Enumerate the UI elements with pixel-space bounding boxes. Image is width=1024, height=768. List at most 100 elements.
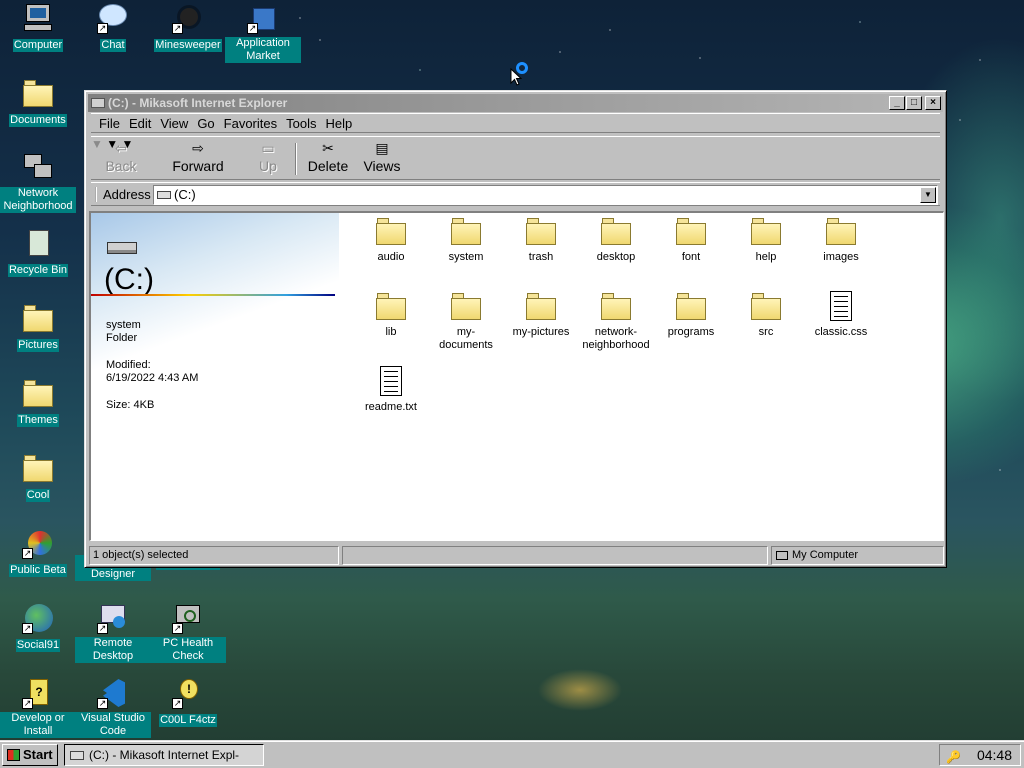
desktop-icon-remote-desktop[interactable]: ↗ Remote Desktop <box>75 602 151 663</box>
desktop-icon-cool[interactable]: Cool <box>0 452 76 502</box>
desktop-icon-label: Remote Desktop <box>75 637 151 663</box>
folder-icon <box>375 215 407 247</box>
documents-folder-icon <box>22 77 54 109</box>
taskbar-window-button[interactable]: (C:) - Mikasoft Internet Expl- <box>64 744 264 766</box>
folder-icon <box>450 290 482 322</box>
file-label: trash <box>528 251 554 263</box>
folder-icon <box>750 290 782 322</box>
file-label: programs <box>667 326 715 338</box>
folder-my-documents[interactable]: my-documents <box>436 290 496 352</box>
selected-name: system <box>106 319 141 331</box>
info-pane: (C:) system Folder Modified: 6/19/2022 4… <box>91 213 339 540</box>
desktop-icon-documents[interactable]: Documents <box>0 77 76 127</box>
file-classic-css[interactable]: classic.css <box>803 290 879 339</box>
address-label: Address <box>95 187 151 202</box>
menu-file[interactable]: File <box>99 116 120 131</box>
info-divider <box>91 294 335 296</box>
desktop-icon-pc-health-check[interactable]: ↗ PC Health Check <box>150 602 226 663</box>
folder-lib[interactable]: lib <box>353 290 429 339</box>
menu-go[interactable]: Go <box>197 116 214 131</box>
desktop-icon-label: Social91 <box>15 639 61 652</box>
desktop-icon-themes[interactable]: Themes <box>0 377 76 427</box>
file-label: network-neighborhood <box>582 326 650 351</box>
folder-view[interactable]: (C:) system Folder Modified: 6/19/2022 4… <box>89 211 944 541</box>
desktop-icon-minesweeper[interactable]: ↗ Minesweeper <box>150 2 226 52</box>
desktop-icon-pictures[interactable]: Pictures <box>0 302 76 352</box>
taskbar: Start (C:) - Mikasoft Internet Expl- 🔑 0… <box>0 740 1024 768</box>
delete-button[interactable]: ✂ Delete <box>303 140 353 178</box>
minesweeper-icon: ↗ <box>172 2 204 34</box>
folder-font[interactable]: font <box>653 215 729 264</box>
desktop-icon-network-neighborhood[interactable]: Network Neighborhood <box>0 152 76 213</box>
drive-icon <box>157 191 171 199</box>
start-button[interactable]: Start <box>2 744 58 766</box>
file-label: src <box>758 326 774 338</box>
desktop-icon-label: Themes <box>17 414 59 427</box>
folder-programs[interactable]: programs <box>653 290 729 339</box>
explorer-window[interactable]: (C:) - Mikasoft Internet Explorer _ □ × … <box>84 90 947 568</box>
folder-icon <box>525 290 557 322</box>
menu-favorites[interactable]: Favorites <box>224 116 277 131</box>
folder-icon <box>22 377 54 409</box>
folder-icon <box>525 215 557 247</box>
file-label: my-documents <box>439 326 493 351</box>
menu-tools[interactable]: Tools <box>286 116 316 131</box>
desktop-icon-label: Documents <box>9 114 67 127</box>
folder-icon <box>600 215 632 247</box>
folder-my-pictures[interactable]: my-pictures <box>503 290 579 339</box>
desktop-icon-visual-studio-code[interactable]: ↗ Visual Studio Code <box>75 677 151 738</box>
back-label: Back <box>105 158 137 174</box>
forward-button[interactable]: ⇨ Forward <box>165 140 231 178</box>
address-dropdown-icon[interactable]: ▼ <box>920 187 936 203</box>
back-button[interactable]: ⇦ Back <box>101 140 141 178</box>
file-label: my-pictures <box>512 326 570 338</box>
modified-label: Modified: <box>106 359 151 371</box>
modified-value: 6/19/2022 4:43 AM <box>106 372 199 384</box>
window-title: (C:) - Mikasoft Internet Explorer <box>108 96 288 110</box>
maximize-button[interactable]: □ <box>906 96 922 110</box>
selected-type: Folder <box>106 332 138 344</box>
desktop-icon-label: PC Health Check <box>150 637 226 663</box>
menu-help[interactable]: Help <box>325 116 352 131</box>
folder-trash[interactable]: trash <box>503 215 579 264</box>
application-market-icon: ↗ <box>247 2 279 34</box>
menu-edit[interactable]: Edit <box>129 116 151 131</box>
system-tray: 🔑 04:48 <box>939 744 1021 766</box>
desktop-icon-social91[interactable]: ↗ Social91 <box>0 602 76 652</box>
folder-src[interactable]: src <box>728 290 804 339</box>
drive-icon <box>70 751 84 760</box>
folder-icon <box>600 290 632 322</box>
desktop-icon-computer[interactable]: Computer <box>0 2 76 52</box>
desktop-icon-label: Pictures <box>17 339 59 352</box>
folder-network-neighborhood[interactable]: network-neighborhood <box>578 290 654 352</box>
desktop-icon-public-beta[interactable]: ↗ Public Beta <box>0 527 76 577</box>
desktop-icon-develop-or-install[interactable]: ? ↗ Develop or Install <box>0 677 76 738</box>
key-icon[interactable]: 🔑 <box>946 747 961 767</box>
start-logo-icon <box>7 749 20 761</box>
desktop-icon-chat[interactable]: ↗ Chat <box>75 2 151 52</box>
folder-system[interactable]: system <box>428 215 504 264</box>
drive-icon <box>107 242 137 254</box>
minimize-button[interactable]: _ <box>889 96 905 110</box>
menu-view[interactable]: View <box>160 116 188 131</box>
clock[interactable]: 04:48 <box>977 747 1012 763</box>
mouse-pointer-icon <box>510 68 522 86</box>
desktop-icon-label: C00L F4ctz <box>159 714 217 727</box>
desktop-icon-recycle-bin[interactable]: Recycle Bin <box>0 227 76 277</box>
up-button[interactable]: ▭ Up <box>251 140 285 178</box>
folder-desktop[interactable]: desktop <box>578 215 654 264</box>
close-button[interactable]: × <box>925 96 941 110</box>
window-titlebar[interactable]: (C:) - Mikasoft Internet Explorer _ □ × <box>88 94 943 112</box>
desktop-icon-cool-facts[interactable]: ! ↗ C00L F4ctz <box>150 677 226 727</box>
address-field[interactable]: (C:) ▼ <box>153 185 938 205</box>
my-computer-icon <box>776 551 788 560</box>
folder-audio[interactable]: audio <box>353 215 429 264</box>
views-button[interactable]: ▤ Views <box>357 140 407 178</box>
desktop-icon-application-market[interactable]: ↗ Application Market <box>225 2 301 63</box>
back-arrow-icon: ⇦ <box>115 140 127 156</box>
folder-help[interactable]: help <box>728 215 804 264</box>
file-label: desktop <box>596 251 636 263</box>
file-readme-txt[interactable]: readme.txt <box>353 365 429 414</box>
folder-images[interactable]: images <box>803 215 879 264</box>
address-value: (C:) <box>174 187 196 202</box>
